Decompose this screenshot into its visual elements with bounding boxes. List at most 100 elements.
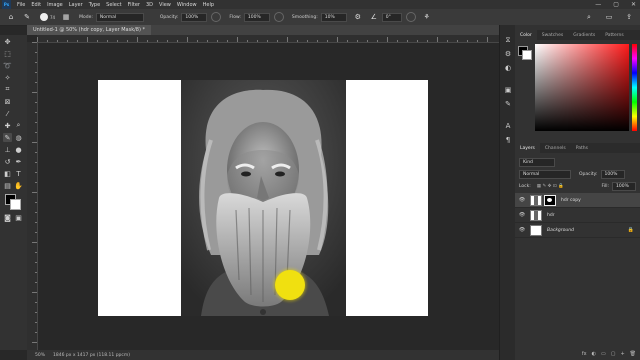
layer-name[interactable]: Background — [547, 228, 574, 233]
quick-mask-icon[interactable]: ◙ — [3, 213, 12, 222]
maximize-button[interactable]: ▢ — [613, 1, 619, 8]
zoom-tool-icon[interactable]: ⌕ — [14, 121, 23, 130]
screen-mode-icon[interactable]: ▣ — [14, 213, 23, 222]
tab-channels[interactable]: Channels — [540, 143, 571, 153]
menu-type[interactable]: Type — [89, 2, 100, 8]
horizontal-ruler[interactable] — [37, 35, 499, 43]
menu-image[interactable]: Image — [47, 2, 63, 8]
layer-row-hdr[interactable]: 👁 hdr — [515, 208, 640, 223]
character-icon[interactable]: A — [503, 121, 513, 131]
menu-file[interactable]: File — [17, 2, 25, 8]
menu-filter[interactable]: Filter — [128, 2, 140, 8]
flow-field[interactable]: 100% — [243, 12, 270, 22]
lock-icons[interactable]: ▦ ✎ ✥ ⊡ 🔒 — [537, 184, 564, 189]
minimize-button[interactable]: — — [595, 1, 601, 8]
color-picker-field[interactable] — [535, 44, 629, 131]
symmetry-icon[interactable]: ⚘ — [422, 12, 432, 22]
blend-mode-dropdown[interactable]: Normal — [519, 169, 571, 179]
eraser-tool-icon[interactable]: ◧ — [3, 169, 12, 178]
crop-tool-icon[interactable]: ⌗ — [3, 85, 12, 94]
tab-patterns[interactable]: Patterns — [600, 30, 629, 40]
brush-preset-picker[interactable] — [40, 13, 48, 21]
layer-mask-thumbnail[interactable] — [544, 194, 556, 206]
ruler-tick — [35, 112, 37, 113]
adjustments-icon[interactable]: ◐ — [503, 63, 513, 73]
paragraph-icon[interactable]: ¶ — [503, 135, 513, 145]
menu-layer[interactable]: Layer — [69, 2, 83, 8]
brush-settings-panel-icon[interactable]: ✎ — [503, 99, 513, 109]
kind-filter-dropdown[interactable]: Kind — [519, 157, 555, 167]
airbrush-icon[interactable] — [273, 12, 284, 22]
workspace-icon[interactable]: ▭ — [604, 12, 614, 22]
marquee-tool-icon[interactable]: ⬚ — [3, 49, 12, 58]
opacity-field[interactable]: 100% — [181, 12, 208, 22]
blur-tool-icon[interactable]: ◍ — [14, 133, 23, 142]
layer-row-hdr-copy[interactable]: 👁 hdr copy — [515, 193, 640, 208]
trash-icon[interactable]: 🗑 — [630, 351, 636, 357]
fill-field[interactable]: 100% — [612, 181, 636, 191]
eyedropper-tool-icon[interactable]: ⁄ — [3, 109, 12, 118]
close-button[interactable]: ✕ — [631, 1, 636, 8]
lasso-tool-icon[interactable]: ➰ — [3, 61, 12, 70]
ruler-tick — [287, 37, 288, 42]
menu-3d[interactable]: 3D — [146, 2, 153, 8]
new-layer-icon[interactable]: + — [620, 351, 624, 357]
layer-opacity-field[interactable]: 100% — [600, 169, 625, 179]
pressure-size-icon[interactable] — [405, 12, 416, 22]
mask-icon[interactable]: ▢ — [611, 351, 616, 357]
pen-tool-icon[interactable]: ✒ — [14, 157, 23, 166]
tab-paths[interactable]: Paths — [571, 143, 593, 153]
type-tool-icon[interactable]: T — [14, 169, 23, 178]
history-icon[interactable]: ⧖ — [503, 35, 513, 45]
frame-tool-icon[interactable]: ⊠ — [3, 97, 12, 106]
menu-select[interactable]: Select — [106, 2, 121, 8]
eye-icon[interactable]: 👁 — [519, 227, 525, 233]
dodge-tool-icon[interactable]: ● — [14, 145, 23, 154]
tab-layers[interactable]: Layers — [515, 143, 540, 153]
clone-stamp-tool-icon[interactable]: ⊥ — [3, 145, 12, 154]
layer-row-background[interactable]: 👁 Background 🔒 — [515, 223, 640, 238]
brush-tool-icon[interactable]: ✎ — [22, 12, 32, 22]
pressure-opacity-icon[interactable] — [211, 12, 222, 22]
menu-window[interactable]: Window — [177, 2, 197, 8]
layer-name[interactable]: hdr copy — [561, 198, 581, 203]
menu-view[interactable]: View — [159, 2, 171, 8]
move-tool-icon[interactable]: ✥ — [3, 37, 12, 46]
eye-icon[interactable]: 👁 — [519, 212, 525, 218]
menu-help[interactable]: Help — [203, 2, 214, 8]
lock-label: Lock: — [519, 183, 531, 189]
gradient-tool-icon[interactable]: ▤ — [3, 181, 12, 190]
hand-tool-icon[interactable]: ✋ — [14, 181, 23, 190]
quick-select-tool-icon[interactable]: ✧ — [3, 73, 12, 82]
brush-tool-button[interactable]: ✎ — [3, 133, 12, 142]
smoothing-field[interactable]: 10% — [320, 12, 347, 22]
menu-edit[interactable]: Edit — [31, 2, 41, 8]
window-controls: — ▢ ✕ — [595, 1, 636, 8]
hue-slider[interactable] — [632, 44, 637, 131]
background-color-swatch[interactable] — [10, 199, 21, 210]
zoom-level[interactable]: 50% — [35, 353, 45, 358]
layer-name[interactable]: hdr — [547, 213, 555, 218]
share-icon[interactable]: ⇪ — [624, 12, 634, 22]
mode-dropdown[interactable]: Normal — [95, 12, 144, 22]
history-brush-tool-icon[interactable]: ↺ — [3, 157, 12, 166]
angle-field[interactable]: 0° — [381, 12, 402, 22]
adjustment-layer-icon[interactable]: ◐ — [592, 351, 596, 357]
tab-swatches[interactable]: Swatches — [537, 30, 569, 40]
properties-icon[interactable]: ⚙ — [503, 49, 513, 59]
eye-icon[interactable]: 👁 — [519, 197, 525, 203]
document-tab[interactable]: Untitled-1 @ 50% (hdr copy, Layer Mask/8… — [27, 25, 152, 35]
smoothing-settings-icon[interactable]: ⚙ — [353, 12, 363, 22]
group-icon[interactable]: ▭ — [601, 351, 606, 357]
ruler-tick — [487, 37, 488, 42]
fx-icon[interactable]: fx — [582, 351, 587, 357]
tab-color[interactable]: Color — [515, 30, 537, 40]
libraries-icon[interactable]: ▣ — [503, 85, 513, 95]
tab-gradients[interactable]: Gradients — [568, 30, 600, 40]
healing-brush-tool-icon[interactable]: ✚ — [3, 121, 12, 130]
brush-settings-icon[interactable]: ▦ — [61, 12, 71, 22]
color-panel-background[interactable] — [522, 50, 532, 60]
home-icon[interactable]: ⌂ — [6, 12, 16, 22]
vertical-ruler[interactable] — [27, 42, 38, 350]
search-icon[interactable]: ⌕ — [584, 12, 594, 22]
